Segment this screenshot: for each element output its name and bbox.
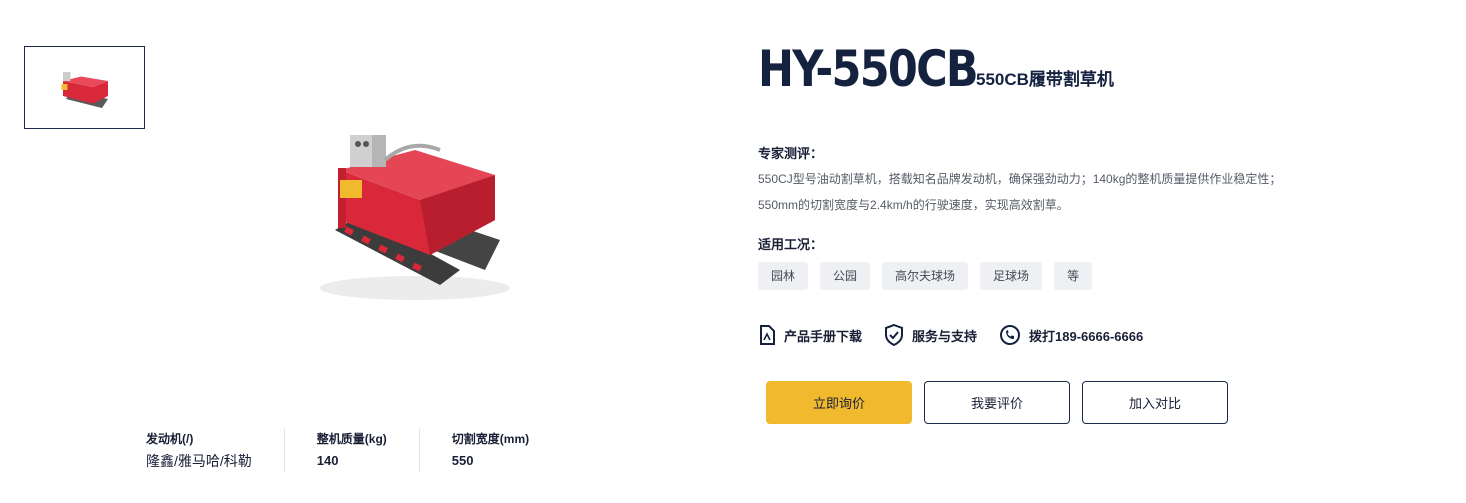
spec-weight: 整机质量(kg) 140 [283, 428, 419, 472]
phone-link[interactable]: 拨打189-6666-6666 [999, 324, 1143, 346]
review-line: 550CJ型号油动割草机，搭载知名品牌发动机，确保强劲动力；140kg的整机质量… [758, 172, 1282, 186]
compare-button[interactable]: 加入对比 [1082, 381, 1228, 424]
condition-tag: 高尔夫球场 [882, 262, 969, 290]
conditions-tags: 园林 公园 高尔夫球场 足球场 等 [758, 262, 1093, 290]
rate-button[interactable]: 我要评价 [924, 381, 1070, 424]
spec-strip: 发动机(/) 隆鑫/雅马哈/科勒 整机质量(kg) 140 切割宽度(mm) 5… [146, 428, 561, 472]
spec-engine: 发动机(/) 隆鑫/雅马哈/科勒 [146, 428, 284, 472]
manual-download-link[interactable]: 产品手册下载 [758, 325, 862, 345]
spec-label: 整机质量(kg) [316, 432, 387, 446]
manual-download-label: 产品手册下载 [784, 328, 863, 344]
condition-tag: 足球场 [980, 262, 1043, 290]
spec-value: 550 [451, 453, 474, 468]
shield-check-icon [885, 324, 904, 346]
quick-links: 产品手册下载 服务与支持 拨打189-6666-6666 [758, 324, 1165, 346]
condition-tag: 公园 [820, 262, 871, 290]
product-name: 550CB履带割草机 [976, 70, 1114, 89]
condition-tag: 园林 [758, 262, 809, 290]
spec-value: 140 [316, 453, 339, 468]
product-title-row: HY-550CB 550CB履带割草机 [758, 40, 1114, 98]
spec-cutting-width: 切割宽度(mm) 550 [418, 428, 561, 472]
review-text: 550CJ型号油动割草机，搭载知名品牌发动机，确保强劲动力；140kg的整机质量… [758, 166, 1318, 218]
crawler-mower-image [61, 72, 108, 108]
gallery-thumbnail[interactable] [24, 46, 145, 129]
crawler-mower-image [320, 135, 510, 300]
phone-icon [1000, 325, 1021, 345]
spec-label: 发动机(/) [146, 432, 194, 446]
service-support-label: 服务与支持 [912, 328, 978, 344]
pdf-file-icon [760, 325, 775, 345]
conditions-label: 适用工况： [758, 237, 824, 252]
spec-value: 隆鑫/雅马哈/科勒 [146, 453, 252, 469]
inquiry-button[interactable]: 立即询价 [766, 381, 912, 424]
action-buttons: 立即询价 我要评价 加入对比 [766, 381, 1228, 424]
product-model: HY-550CB [758, 40, 979, 98]
spec-label: 切割宽度(mm) [451, 432, 530, 446]
condition-tag: 等 [1054, 262, 1093, 290]
phone-label: 拨打189-6666-6666 [1029, 328, 1144, 344]
review-label: 专家测评： [758, 146, 824, 161]
review-line: 550mm的切割宽度与2.4km/h的行驶速度，实现高效割草。 [758, 198, 1069, 212]
service-support-link[interactable]: 服务与支持 [884, 324, 977, 346]
